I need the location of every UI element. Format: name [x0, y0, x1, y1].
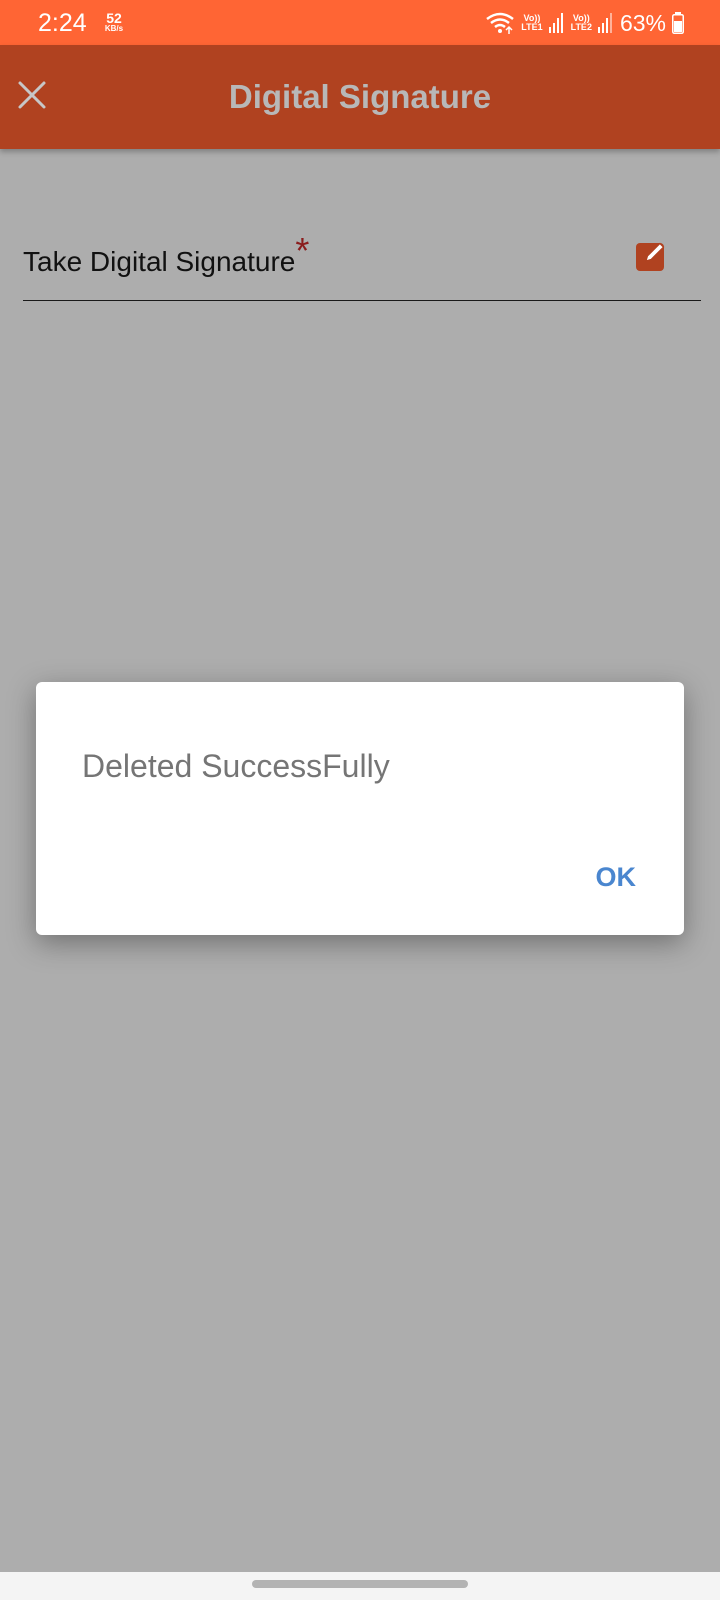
signature-label: Take Digital Signature — [23, 246, 296, 277]
wifi-icon — [486, 12, 515, 34]
edit-icon — [636, 242, 665, 271]
status-time: 2:24 — [38, 9, 87, 37]
signal-icon — [548, 13, 563, 33]
network-speed-unit: KB/s — [104, 24, 124, 33]
alert-dialog: Deleted SuccessFully OK — [36, 682, 684, 935]
status-bar: 2:24 52 KB/s Vo)) LTE1 Vo)) LTE2 63% — [0, 0, 720, 45]
system-nav-bar — [0, 1572, 720, 1600]
network-speed: 52 KB/s — [102, 11, 126, 33]
edit-signature-button[interactable] — [635, 238, 669, 272]
battery-percent: 63% — [619, 9, 666, 36]
required-marker: * — [295, 230, 310, 271]
page-title: Digital Signature — [228, 78, 492, 115]
app-bar: Digital Signature — [0, 45, 720, 149]
home-gesture-handle[interactable] — [252, 1580, 468, 1588]
status-icons: Vo)) LTE1 Vo)) LTE2 63% — [479, 8, 684, 38]
dialog-message: Deleted SuccessFully — [82, 748, 390, 784]
sim2-indicator: Vo)) LTE2 — [571, 14, 592, 32]
ok-button[interactable]: OK — [584, 858, 649, 897]
sim1-indicator: Vo)) LTE1 — [521, 14, 542, 32]
signal-icon — [597, 13, 612, 33]
sim1-network-label: LTE1 — [521, 22, 543, 32]
signature-label-group: Take Digital Signature* — [23, 230, 309, 280]
sim2-network-label: LTE2 — [570, 22, 592, 32]
network-speed-value: 52 — [106, 10, 122, 26]
signature-field: Take Digital Signature* — [23, 220, 701, 301]
battery-icon — [672, 12, 684, 34]
